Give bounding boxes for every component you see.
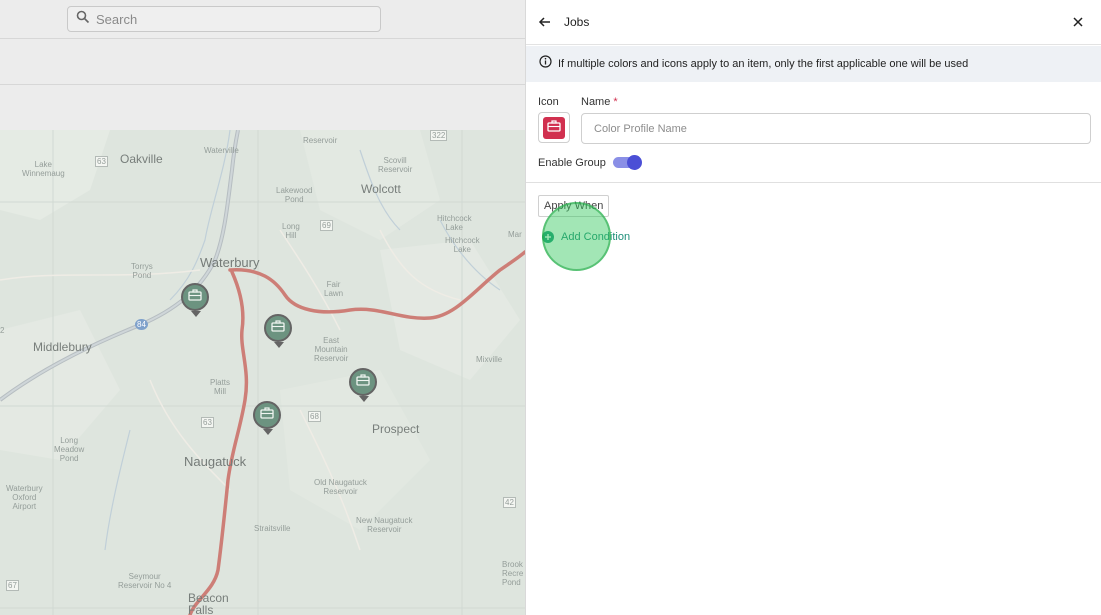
- panel-title: Jobs: [564, 15, 590, 29]
- name-input[interactable]: [581, 113, 1091, 144]
- top-bar: [0, 0, 525, 39]
- search-input[interactable]: [96, 11, 356, 27]
- info-icon: [539, 55, 552, 73]
- search-box[interactable]: [67, 6, 381, 32]
- map-overlay-dim: [0, 130, 525, 615]
- panel-header: Jobs: [526, 0, 1101, 45]
- icon-picker-button[interactable]: [538, 112, 570, 143]
- briefcase-icon: [547, 119, 561, 137]
- plus-circle-icon: [542, 231, 554, 243]
- enable-group-label: Enable Group: [538, 157, 606, 169]
- toggle-knob: [627, 155, 642, 170]
- required-asterisk: *: [613, 96, 618, 108]
- icon-label: Icon: [538, 96, 559, 108]
- back-arrow-icon[interactable]: [538, 15, 552, 29]
- color-profile-panel: Jobs If multiple colors and icons apply …: [525, 0, 1101, 615]
- add-condition-button[interactable]: Add Condition: [542, 231, 630, 243]
- filter-bar: [0, 85, 525, 130]
- close-icon[interactable]: [1071, 15, 1085, 29]
- section-divider: [526, 182, 1101, 183]
- enable-group-toggle[interactable]: [613, 154, 643, 171]
- apply-when-button[interactable]: Apply When: [538, 195, 610, 217]
- toolbar: [0, 39, 525, 85]
- add-condition-label: Add Condition: [561, 231, 631, 243]
- map-view[interactable]: Oakville Waterville Lake Winnemaug Lakew…: [0, 130, 525, 615]
- info-text: If multiple colors and icons apply to an…: [558, 58, 969, 70]
- search-icon: [76, 10, 90, 29]
- name-label: Name *: [581, 96, 618, 108]
- icon-swatch: [543, 116, 565, 139]
- name-label-text: Name: [581, 96, 611, 108]
- apply-when-label: Apply When: [544, 200, 604, 212]
- background-app: Oakville Waterville Lake Winnemaug Lakew…: [0, 0, 525, 615]
- info-banner: If multiple colors and icons apply to an…: [526, 46, 1101, 82]
